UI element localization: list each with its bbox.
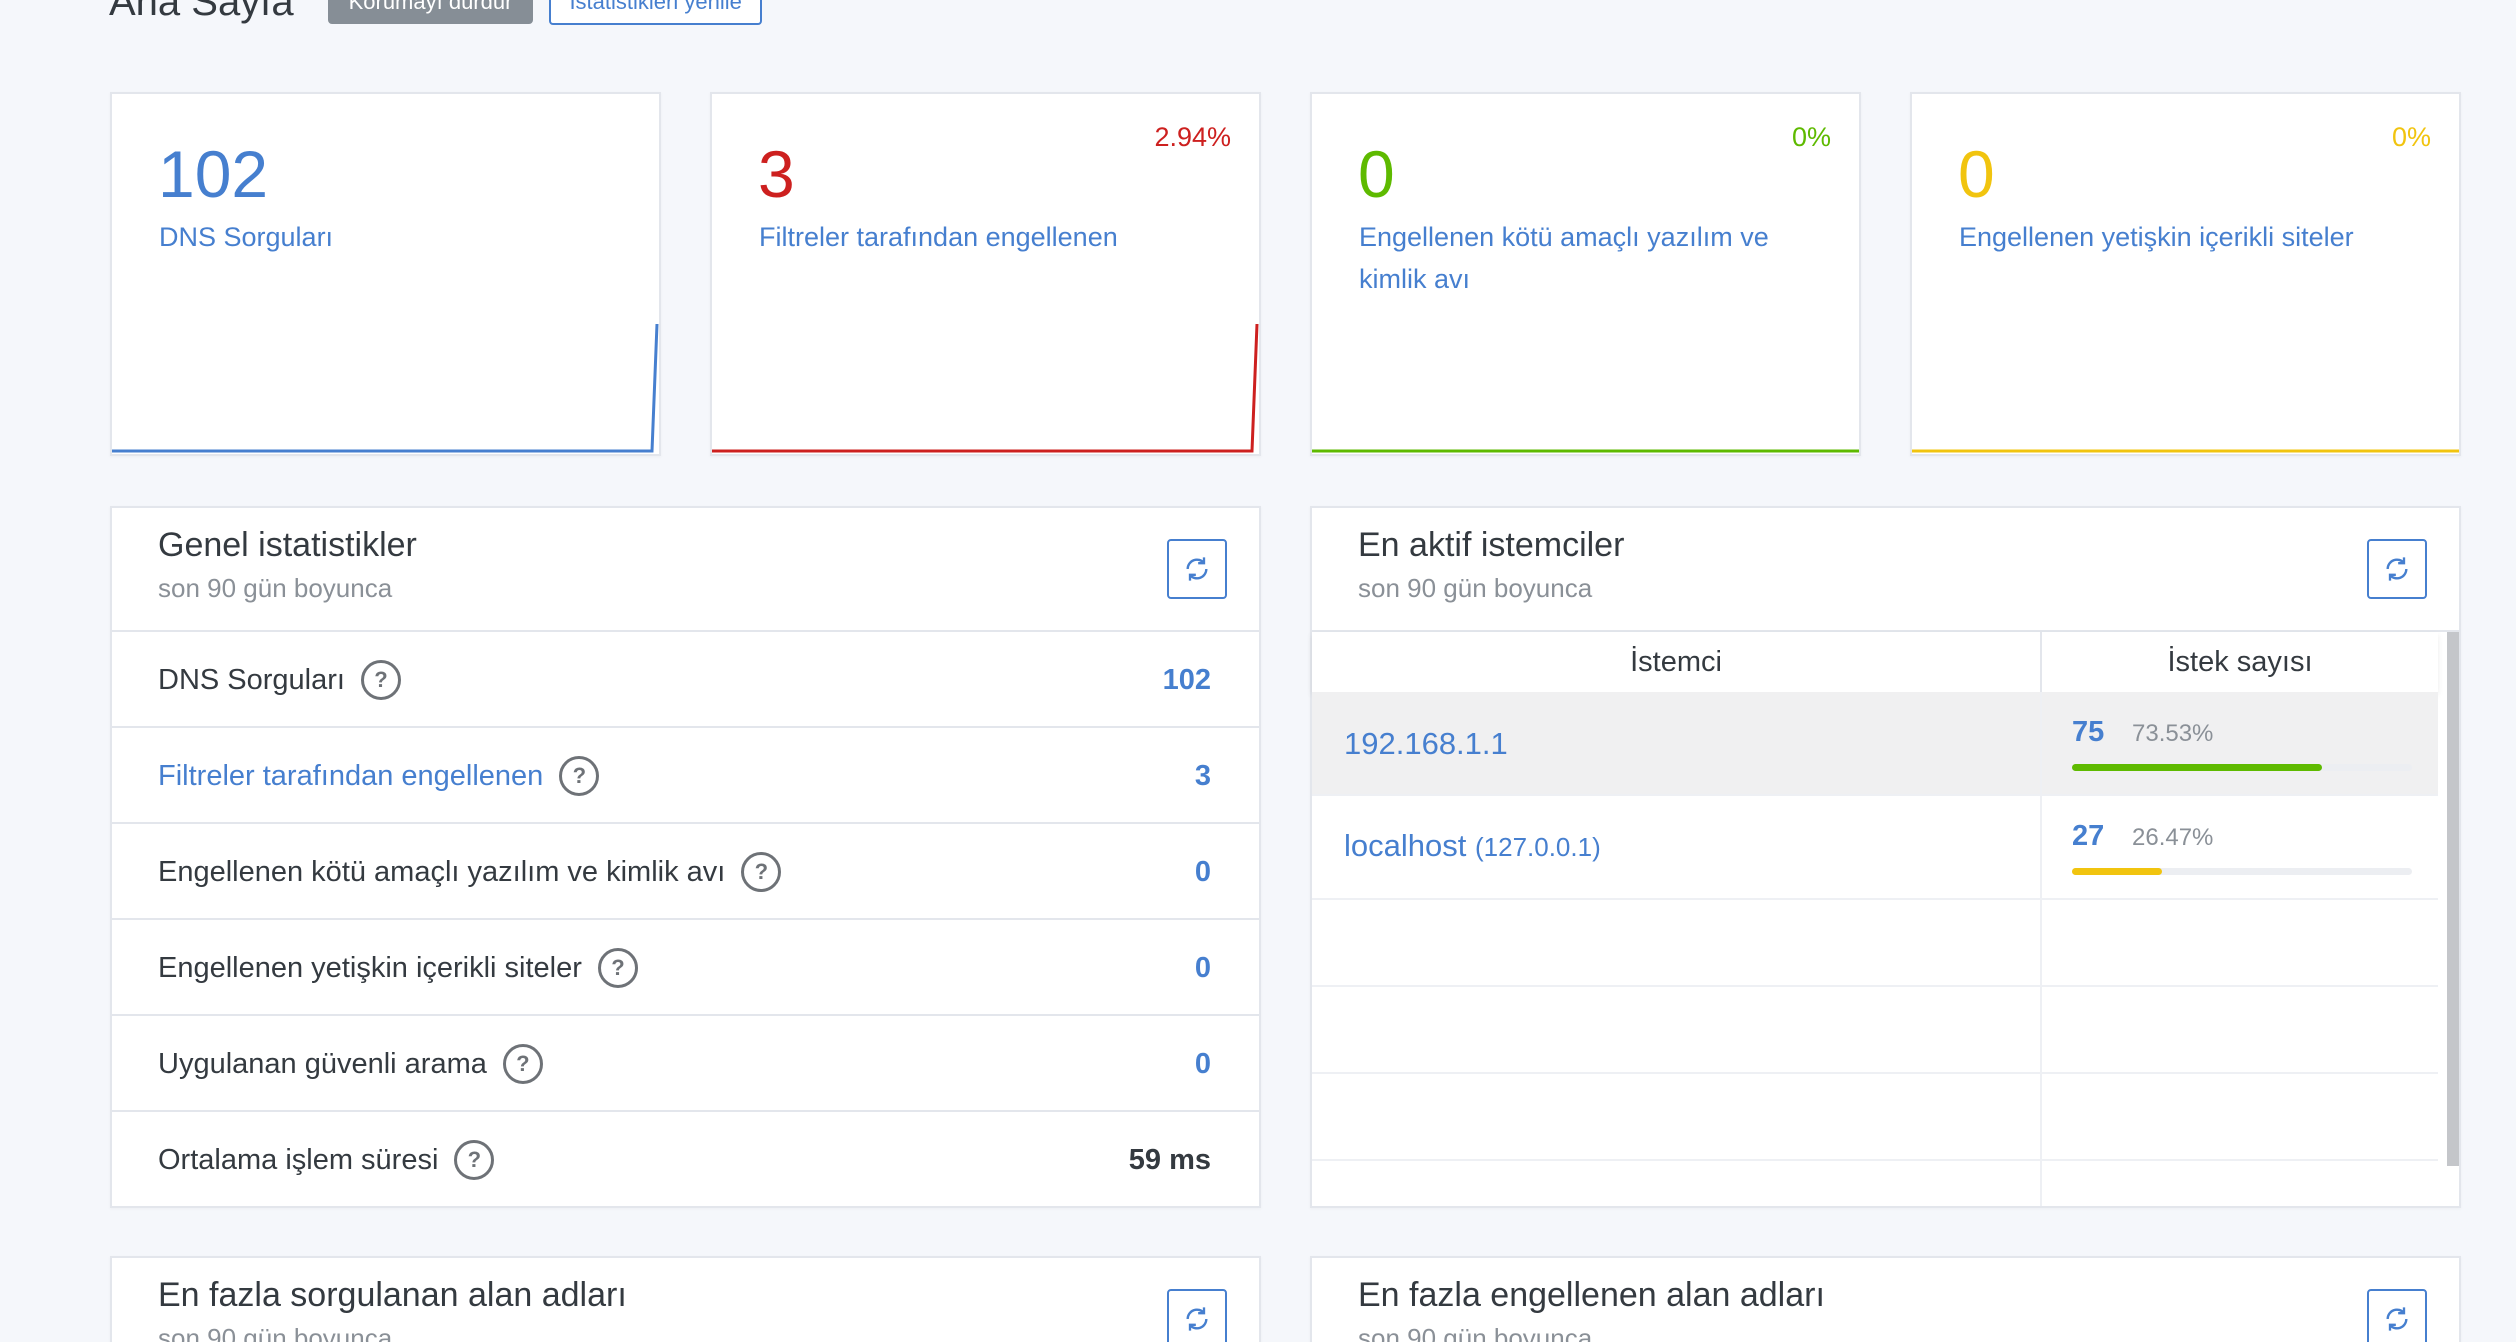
stat-value: 102	[158, 137, 269, 211]
stat-value: 0	[1958, 137, 1995, 211]
sparkline	[1312, 449, 1859, 453]
row-label: Engellenen yetişkin içerikli siteler	[158, 951, 582, 984]
stat-card-dns-queries: 102 DNS Sorguları	[110, 92, 661, 456]
help-icon[interactable]: ?	[559, 756, 600, 796]
list-item: DNS Sorguları? 102	[112, 632, 1259, 728]
row-label: Ortalama işlem süresi	[158, 1143, 439, 1176]
stat-card-blocked-malware: 0% 0 Engellenen kötü amaçlı yazılım ve k…	[1310, 92, 1861, 456]
refresh-stats-button[interactable]: İstatistikleri yenile	[549, 0, 762, 25]
row-label-link[interactable]: Filtreler tarafından engellenen	[158, 760, 543, 793]
sparkline	[112, 324, 659, 453]
refresh-icon	[1186, 1307, 1208, 1331]
table-row: localhost (127.0.0.1) 27 26.47%	[1312, 796, 2438, 900]
table-row	[1312, 1161, 2438, 1206]
card-subtitle: son 90 gün boyunca	[158, 1323, 393, 1342]
stat-percent: 2.94%	[1154, 122, 1231, 152]
client-link[interactable]: 192.168.1.1	[1344, 726, 1508, 762]
top-clients-card: En aktif istemciler son 90 gün boyunca İ…	[1310, 506, 2461, 1208]
request-percent: 73.53%	[2132, 720, 2214, 747]
refresh-icon	[2386, 557, 2408, 581]
stat-label[interactable]: Engellenen kötü amaçlı yazılım ve kimlik…	[1359, 216, 1829, 300]
row-value: 102	[1162, 663, 1211, 696]
stop-protection-button[interactable]: Korumayı durdur	[327, 0, 534, 24]
sparkline	[712, 324, 1259, 453]
card-header: En aktif istemciler son 90 gün boyunca	[1312, 508, 2459, 632]
client-link[interactable]: localhost (127.0.0.1)	[1344, 828, 1601, 864]
client-name[interactable]: 192.168.1.1	[1344, 726, 1508, 761]
card-subtitle: son 90 gün boyunca	[1358, 1323, 1593, 1342]
stat-percent: 0%	[2391, 122, 2431, 152]
progress-bar	[2072, 868, 2412, 875]
table-row	[1312, 900, 2438, 987]
help-icon[interactable]: ?	[597, 948, 638, 988]
card-title: En fazla engellenen alan adları	[1358, 1276, 1825, 1314]
scrollbar[interactable]	[2447, 632, 2459, 1166]
column-header-client[interactable]: İstemci	[1312, 632, 2042, 692]
row-label: Engellenen kötü amaçlı yazılım ve kimlik…	[158, 855, 726, 888]
refresh-button[interactable]	[1167, 1289, 1227, 1342]
stat-label[interactable]: Engellenen yetişkin içerikli siteler	[1959, 216, 2429, 258]
refresh-icon	[1186, 557, 1208, 581]
request-count: 75	[2072, 716, 2105, 748]
client-name[interactable]: localhost	[1344, 828, 1466, 863]
stat-label[interactable]: DNS Sorguları	[159, 216, 629, 258]
stat-value: 3	[758, 137, 795, 211]
column-header-requests[interactable]: İstek sayısı	[2042, 632, 2438, 692]
general-stats-list: DNS Sorguları? 102 Filtreler tarafından …	[112, 632, 1259, 1208]
card-subtitle: son 90 gün boyunca	[1358, 573, 1593, 603]
refresh-button[interactable]	[2367, 539, 2427, 599]
request-percent: 26.47%	[2132, 824, 2214, 851]
list-item: Engellenen yetişkin içerikli siteler? 0	[112, 920, 1259, 1016]
row-value: 3	[1194, 759, 1211, 792]
general-stats-card: Genel istatistikler son 90 gün boyunca D…	[110, 506, 1261, 1208]
card-title: En fazla sorgulanan alan adları	[158, 1276, 627, 1314]
page-header: Ana Sayfa Korumayı durdur İstatistikleri…	[109, 0, 762, 26]
row-value: 0	[1194, 855, 1211, 888]
list-item: Engellenen kötü amaçlı yazılım ve kimlik…	[112, 824, 1259, 920]
page-title: Ana Sayfa	[109, 0, 294, 24]
card-header: En fazla engellenen alan adları son 90 g…	[1312, 1258, 2459, 1342]
card-header: En fazla sorgulanan alan adları son 90 g…	[112, 1258, 1259, 1342]
table-row	[1312, 987, 2438, 1074]
row-label: Uygulanan güvenli arama	[158, 1047, 487, 1080]
list-item: Uygulanan güvenli arama? 0	[112, 1016, 1259, 1112]
request-count: 27	[2072, 820, 2105, 852]
row-value: 0	[1194, 951, 1211, 984]
row-value: 0	[1194, 1047, 1211, 1080]
stat-card-blocked-adult: 0% 0 Engellenen yetişkin içerikli sitele…	[1910, 92, 2461, 456]
card-title: Genel istatistikler	[158, 526, 417, 564]
progress-fill	[2072, 868, 2162, 875]
list-item: Ortalama işlem süresi? 59 ms	[112, 1112, 1259, 1208]
help-icon[interactable]: ?	[741, 852, 782, 892]
table-row: 192.168.1.1 75 73.53%	[1312, 692, 2438, 796]
help-icon[interactable]: ?	[502, 1044, 543, 1084]
help-icon[interactable]: ?	[454, 1140, 495, 1180]
top-queried-domains-card: En fazla sorgulanan alan adları son 90 g…	[110, 1256, 1261, 1342]
row-label: DNS Sorguları	[158, 663, 345, 696]
stat-value: 0	[1358, 137, 1395, 211]
stat-label[interactable]: Filtreler tarafından engellenen	[759, 216, 1229, 258]
table-row	[1312, 1074, 2438, 1161]
progress-bar	[2072, 764, 2412, 771]
stat-card-blocked-filters: 2.94% 3 Filtreler tarafından engellenen	[710, 92, 1261, 456]
stat-percent: 0%	[1791, 122, 1831, 152]
refresh-button[interactable]	[1167, 539, 1227, 599]
card-subtitle: son 90 gün boyunca	[158, 573, 393, 603]
refresh-icon	[2386, 1307, 2408, 1331]
refresh-button[interactable]	[2367, 1289, 2427, 1342]
card-header: Genel istatistikler son 90 gün boyunca	[112, 508, 1259, 632]
top-blocked-domains-card: En fazla engellenen alan adları son 90 g…	[1310, 1256, 2461, 1342]
sparkline	[1912, 449, 2459, 453]
table-header: İstemci İstek sayısı	[1312, 632, 2438, 692]
card-title: En aktif istemciler	[1358, 526, 1625, 564]
row-value: 59 ms	[1128, 1143, 1211, 1176]
list-item: Filtreler tarafından engellenen? 3	[112, 728, 1259, 824]
progress-fill	[2072, 764, 2322, 771]
client-ip[interactable]: (127.0.0.1)	[1475, 832, 1601, 862]
help-icon[interactable]: ?	[360, 660, 401, 700]
